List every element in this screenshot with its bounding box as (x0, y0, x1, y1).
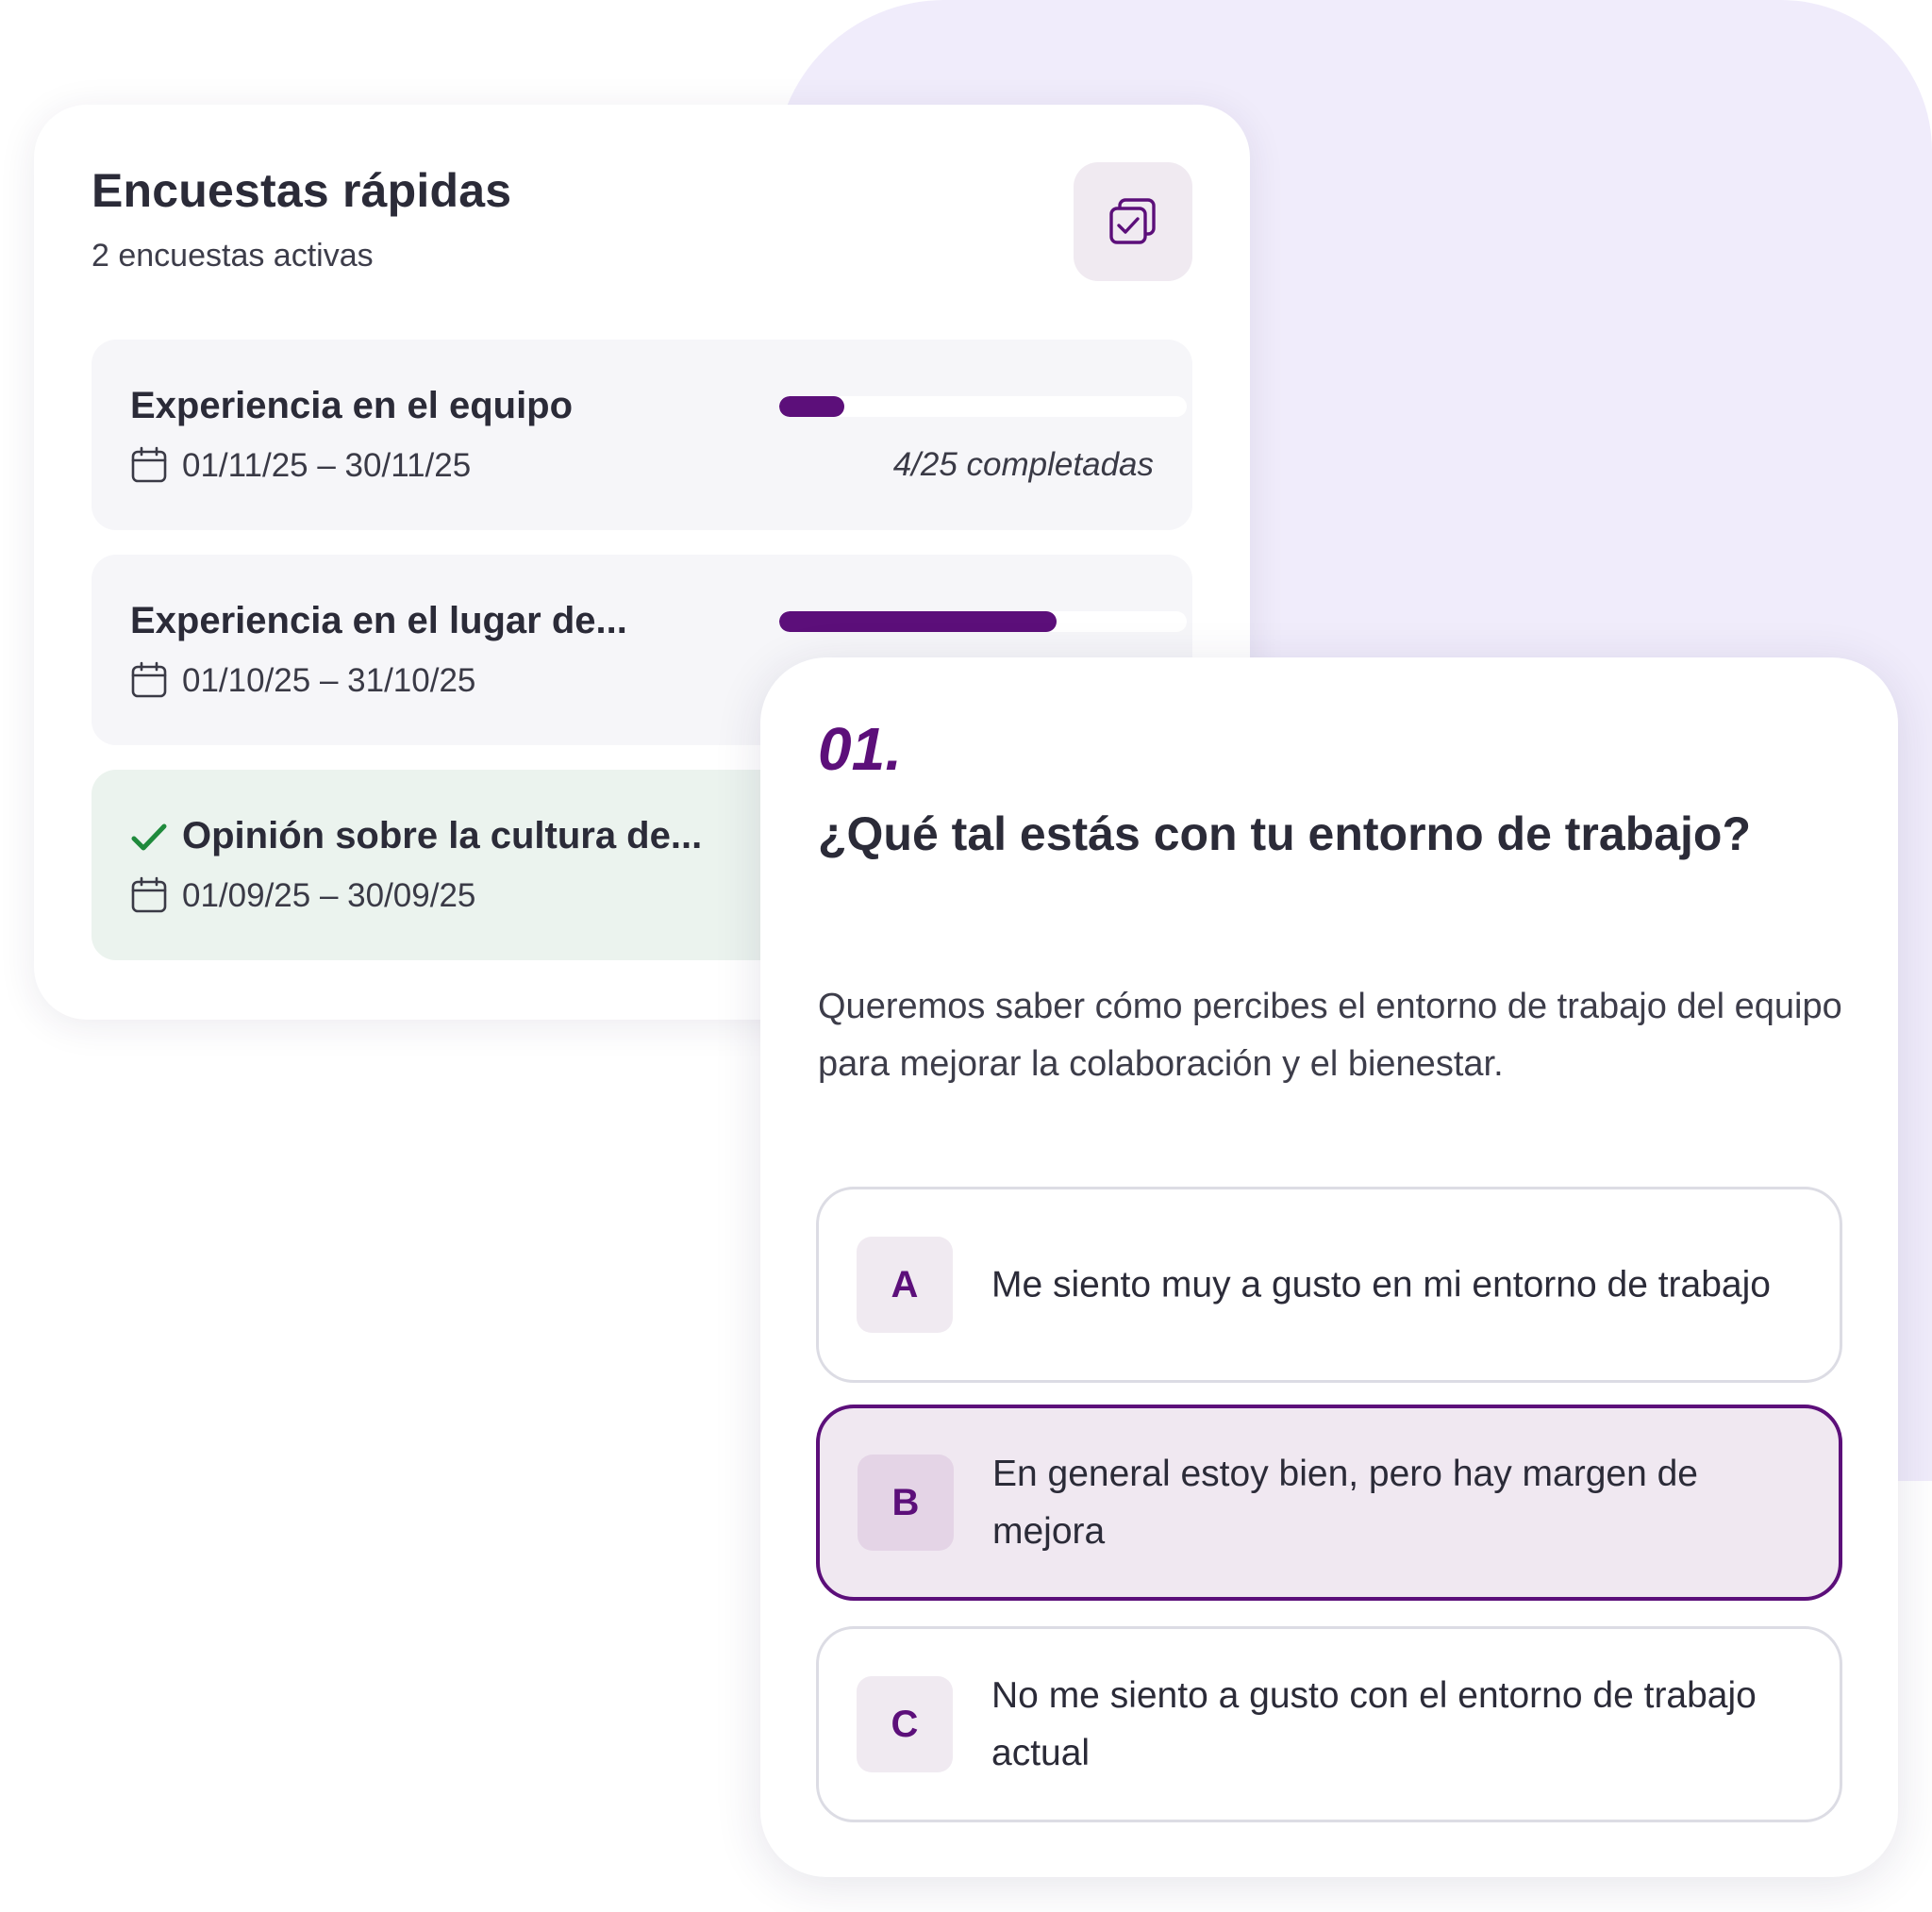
calendar-icon (131, 661, 167, 698)
option-text: En general estoy bien, pero hay margen d… (992, 1454, 1698, 1552)
card-title: Encuestas rápidas (92, 164, 512, 217)
question-description: Queremos saber cómo percibes el entorno … (818, 987, 1842, 1084)
progress-fill (779, 611, 1057, 632)
answer-option-b[interactable]: B En general estoy bien, pero hay margen… (816, 1405, 1842, 1601)
survey-name: Experiencia en el lugar de... (130, 600, 627, 641)
calendar-icon (131, 446, 167, 483)
survey-name: Opinión sobre la cultura de... (182, 815, 703, 856)
progress-bar (779, 611, 1187, 632)
survey-row[interactable]: Experiencia en el equipo 01/11/25 – 30/1… (92, 340, 1192, 530)
answer-option-a[interactable]: A Me siento muy a gusto en mi entorno de… (816, 1187, 1842, 1383)
question-card: 01. ¿Qué tal estás con tu entorno de tra… (760, 657, 1898, 1877)
progress-bar (779, 396, 1187, 417)
calendar-icon (131, 876, 167, 913)
question-title: ¿Qué tal estás con tu entorno de trabajo… (818, 807, 1752, 860)
option-letter: A (857, 1237, 953, 1333)
survey-name: Experiencia en el equipo (130, 385, 574, 426)
option-text: No me siento a gusto con el entorno de t… (991, 1675, 1757, 1773)
option-letter: C (857, 1676, 953, 1772)
stage: Encuestas rápidas 2 encuestas activas Ex… (0, 0, 1932, 1912)
answer-option-c[interactable]: C No me siento a gusto con el entorno de… (816, 1626, 1842, 1822)
survey-dates: 01/10/25 – 31/10/25 (182, 662, 476, 699)
progress-text: 4/25 completadas (892, 446, 1154, 483)
card-subtitle: 2 encuestas activas (92, 238, 374, 274)
progress-fill (779, 396, 845, 417)
checkbox-stack-icon (1109, 198, 1156, 244)
survey-dates: 01/11/25 – 30/11/25 (182, 447, 472, 484)
check-icon (131, 823, 167, 851)
surveys-action-button[interactable] (1074, 162, 1192, 281)
option-letter: B (858, 1455, 954, 1551)
question-number: 01. (818, 715, 902, 783)
option-text: Me siento muy a gusto en mi entorno de t… (991, 1264, 1771, 1305)
survey-dates: 01/09/25 – 30/09/25 (182, 877, 476, 914)
